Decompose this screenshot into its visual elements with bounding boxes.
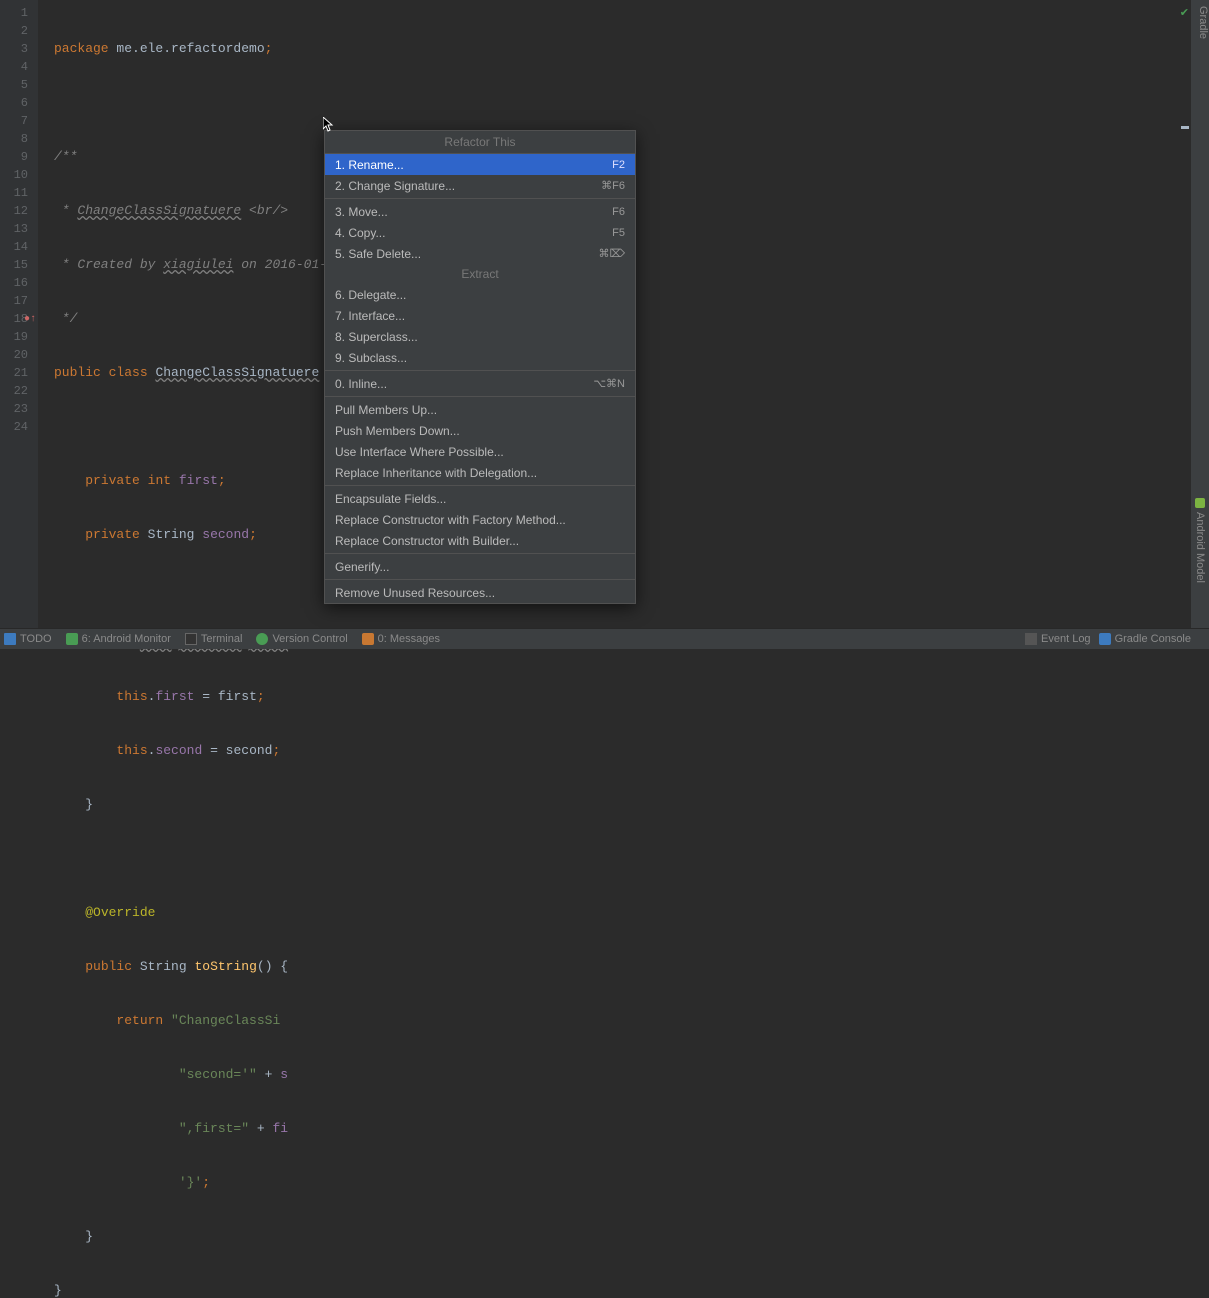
- minimap-highlight: [1181, 126, 1189, 129]
- popup-item-move[interactable]: 3. Move...F6: [325, 201, 635, 222]
- override-gutter-icon[interactable]: ●↑: [24, 311, 36, 329]
- popup-item-rename[interactable]: 1. Rename...F2: [325, 154, 635, 175]
- status-bar: TODO 6: Android Monitor Terminal Version…: [0, 628, 1209, 649]
- terminal-icon: [185, 633, 197, 645]
- popup-item-superclass[interactable]: 8. Superclass...: [325, 326, 635, 347]
- popup-item-change-signature[interactable]: 2. Change Signature...⌘F6: [325, 175, 635, 196]
- line-number-gutter: 1 2 3 4 5 6 7 8 9 10 11 12 13 14 15 16 1…: [0, 0, 38, 628]
- messages-icon: [362, 633, 374, 645]
- popup-title: Refactor This: [325, 131, 635, 154]
- popup-item-use-interface[interactable]: Use Interface Where Possible...: [325, 441, 635, 462]
- statusbar-event-log[interactable]: Event Log: [1025, 633, 1091, 645]
- popup-item-remove-unused[interactable]: Remove Unused Resources...: [325, 582, 635, 603]
- popup-item-push-down[interactable]: Push Members Down...: [325, 420, 635, 441]
- popup-item-builder[interactable]: Replace Constructor with Builder...: [325, 530, 635, 551]
- popup-item-encapsulate[interactable]: Encapsulate Fields...: [325, 488, 635, 509]
- inspection-ok-icon[interactable]: ✔: [1180, 6, 1189, 20]
- statusbar-gradle-console[interactable]: Gradle Console: [1099, 633, 1191, 645]
- android-icon: [66, 633, 78, 645]
- popup-item-replace-inheritance[interactable]: Replace Inheritance with Delegation...: [325, 462, 635, 483]
- right-toolwindow-android-model[interactable]: Android Model: [1191, 498, 1209, 628]
- popup-section-extract: Extract: [325, 264, 635, 284]
- statusbar-todo[interactable]: TODO: [4, 633, 52, 645]
- statusbar-terminal[interactable]: Terminal: [185, 633, 243, 645]
- popup-item-copy[interactable]: 4. Copy...F5: [325, 222, 635, 243]
- gradle-console-icon: [1099, 633, 1111, 645]
- android-icon: [1195, 498, 1205, 508]
- popup-item-delegate[interactable]: 6. Delegate...: [325, 284, 635, 305]
- event-log-icon: [1025, 633, 1037, 645]
- popup-item-safe-delete[interactable]: 5. Safe Delete...⌘⌦: [325, 243, 635, 264]
- statusbar-android-monitor[interactable]: 6: Android Monitor: [66, 633, 171, 645]
- vcs-icon: [256, 633, 268, 645]
- popup-item-interface[interactable]: 7. Interface...: [325, 305, 635, 326]
- todo-icon: [4, 633, 16, 645]
- popup-item-inline[interactable]: 0. Inline...⌥⌘N: [325, 373, 635, 394]
- popup-item-generify[interactable]: Generify...: [325, 556, 635, 577]
- popup-item-factory-method[interactable]: Replace Constructor with Factory Method.…: [325, 509, 635, 530]
- statusbar-version-control[interactable]: Version Control: [256, 633, 347, 645]
- refactor-this-popup: Refactor This 1. Rename...F2 2. Change S…: [324, 130, 636, 604]
- popup-item-subclass[interactable]: 9. Subclass...: [325, 347, 635, 368]
- popup-item-pull-up[interactable]: Pull Members Up...: [325, 399, 635, 420]
- statusbar-messages[interactable]: 0: Messages: [362, 633, 440, 645]
